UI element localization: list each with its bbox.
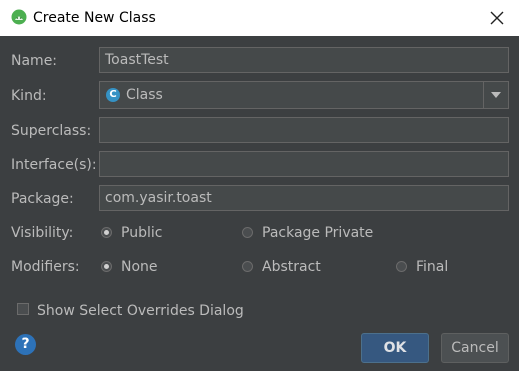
package-field[interactable]: com.yasir.toast: [99, 185, 509, 211]
modifier-abstract-radio[interactable]: [242, 261, 253, 272]
cancel-button[interactable]: Cancel: [441, 333, 509, 363]
name-label: Name:: [11, 53, 58, 69]
modifiers-label: Modifiers:: [11, 259, 80, 275]
kind-dropdown[interactable]: C Class: [99, 81, 509, 109]
modifier-final-label[interactable]: Final: [416, 258, 448, 276]
visibility-public-radio[interactable]: [101, 227, 112, 238]
visibility-package-private-label[interactable]: Package Private: [262, 224, 373, 242]
modifier-abstract-label[interactable]: Abstract: [262, 258, 321, 276]
ok-button[interactable]: OK: [361, 333, 429, 363]
window-title: Create New Class: [33, 10, 156, 26]
class-icon: C: [106, 88, 120, 102]
interfaces-field[interactable]: [99, 151, 509, 177]
superclass-label: Superclass:: [11, 123, 92, 139]
dropdown-separator: [483, 82, 484, 108]
help-icon[interactable]: ?: [15, 334, 36, 355]
superclass-field[interactable]: [99, 117, 509, 143]
name-field[interactable]: ToastTest: [99, 47, 509, 73]
show-overrides-checkbox[interactable]: [17, 303, 29, 315]
visibility-public-label[interactable]: Public: [121, 224, 162, 242]
chevron-down-icon[interactable]: [491, 92, 501, 98]
visibility-package-private-radio[interactable]: [242, 227, 253, 238]
visibility-label: Visibility:: [11, 225, 74, 241]
kind-label: Kind:: [11, 88, 47, 104]
close-icon[interactable]: [487, 8, 507, 28]
package-label: Package:: [11, 191, 74, 207]
kind-value: Class: [126, 87, 163, 103]
title-bar: Create New Class: [0, 0, 519, 36]
modifier-none-radio[interactable]: [101, 261, 112, 272]
show-overrides-label[interactable]: Show Select Overrides Dialog: [37, 302, 244, 320]
interfaces-label: Interface(s):: [11, 157, 97, 173]
android-studio-icon: [11, 9, 27, 25]
modifier-final-radio[interactable]: [396, 261, 407, 272]
modifier-none-label[interactable]: None: [121, 258, 158, 276]
